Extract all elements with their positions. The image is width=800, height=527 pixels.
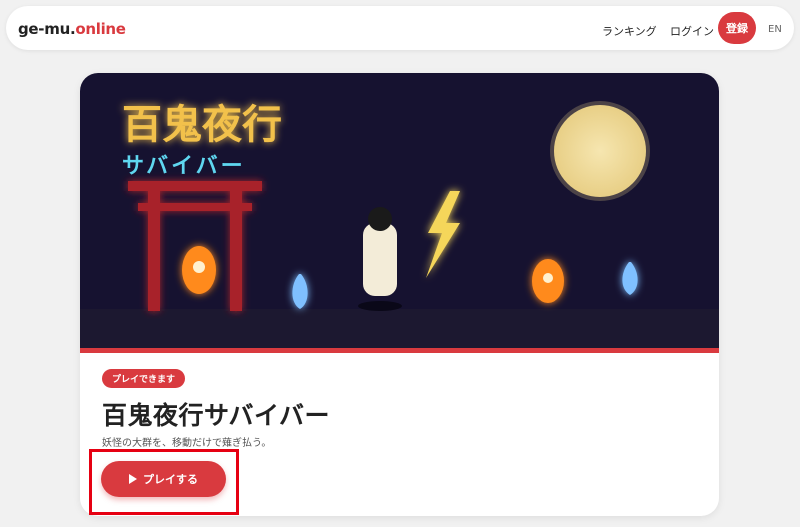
game-title: 百鬼夜行サバイバー — [102, 401, 331, 430]
site-header: ge-mu.online ランキング ログイン 登録 EN — [6, 6, 794, 50]
game-banner: 百鬼夜行 サバイバー — [80, 73, 719, 353]
register-button[interactable]: 登録 — [718, 12, 756, 44]
nav-ranking-link[interactable]: ランキング — [602, 23, 657, 39]
spirit-flame-icon — [182, 246, 216, 294]
play-icon — [129, 474, 137, 484]
language-switch[interactable]: EN — [768, 24, 782, 35]
banner-title: 百鬼夜行 — [122, 102, 282, 148]
nav-login-link[interactable]: ログイン — [670, 23, 714, 39]
site-logo[interactable]: ge-mu.online — [18, 20, 126, 38]
play-button[interactable]: プレイする — [101, 461, 226, 497]
status-badge: プレイできます — [102, 369, 186, 388]
game-description: 妖怪の大群を、移動だけで薙ぎ払う。 — [102, 438, 272, 449]
banner-subtitle: サバイバー — [122, 154, 246, 179]
moon-icon — [550, 101, 650, 201]
banner-divider — [80, 348, 719, 353]
play-button-label: プレイする — [143, 473, 198, 486]
spirit-flame-icon — [532, 259, 564, 303]
